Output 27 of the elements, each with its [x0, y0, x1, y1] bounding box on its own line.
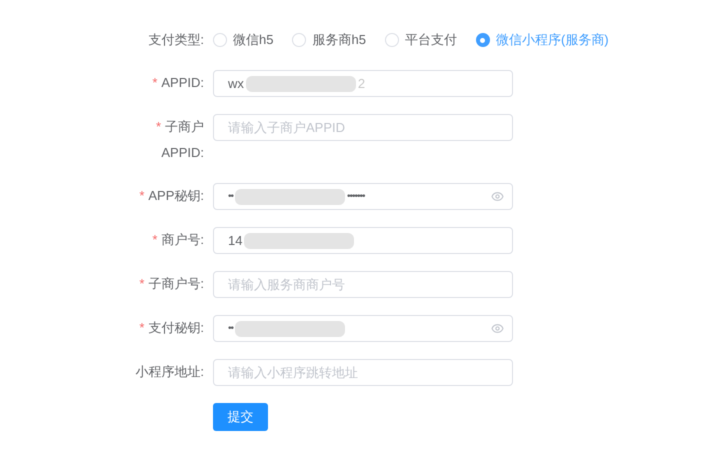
eye-icon[interactable]: [491, 190, 504, 203]
required-asterisk: *: [139, 188, 144, 203]
input-field[interactable]: 14: [213, 227, 513, 254]
required-asterisk: *: [156, 119, 161, 134]
input-field[interactable]: •• •••••••: [213, 183, 513, 210]
radio-icon: [213, 33, 227, 47]
field-label: 商户号:: [161, 232, 204, 247]
radio-icon: [384, 33, 399, 47]
radio-option[interactable]: 平台支付: [384, 30, 457, 50]
field-label: APP秘钥:: [148, 188, 204, 203]
field-label: 子商户APPID:: [161, 119, 204, 160]
radio-icon: [292, 33, 306, 47]
radio-icon: [476, 33, 490, 47]
field-label: APPID:: [161, 75, 204, 90]
required-asterisk: *: [152, 232, 158, 247]
required-asterisk: *: [139, 320, 144, 335]
required-asterisk: *: [152, 75, 158, 90]
radio-option[interactable]: 服务商h5: [292, 30, 366, 50]
field-label: 支付秘钥:: [148, 320, 204, 335]
field-label: 支付类型:: [148, 32, 204, 48]
eye-icon[interactable]: [491, 322, 504, 335]
submit-button[interactable]: 提交: [213, 403, 268, 431]
input-field[interactable]: ••: [213, 315, 513, 342]
field-label: 小程序地址:: [135, 364, 204, 379]
field-label: 子商户号:: [148, 276, 204, 291]
radio-option[interactable]: 微信h5: [213, 30, 274, 50]
required-asterisk: *: [139, 276, 144, 291]
